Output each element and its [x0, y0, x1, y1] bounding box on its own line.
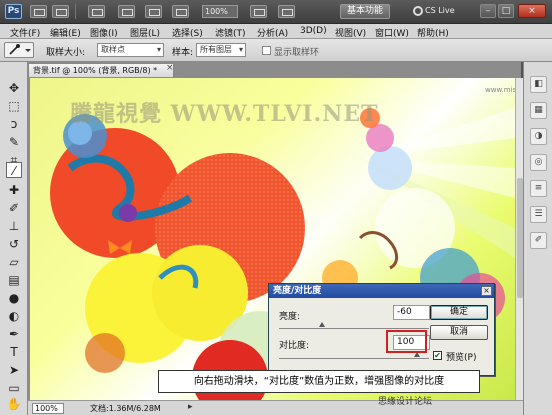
- sample-size-select[interactable]: 取样点: [97, 43, 164, 57]
- zoom-level-select[interactable]: 100%: [202, 5, 238, 18]
- ok-button[interactable]: 确定: [430, 305, 488, 320]
- mini-bridge-icon[interactable]: [52, 5, 69, 18]
- menu-view[interactable]: 视图(V): [335, 26, 366, 39]
- panel-dock: ◧ ▦ ◑ ◎ ≡ ☰ ✐: [523, 62, 552, 415]
- arrange-documents-icon[interactable]: [250, 5, 267, 18]
- brightness-input[interactable]: -60: [393, 305, 430, 320]
- clone-stamp-tool-icon[interactable]: ⊥: [6, 218, 22, 234]
- separator: [75, 4, 76, 19]
- menu-window[interactable]: 窗口(W): [375, 26, 409, 39]
- site-credit: 思缘设计论坛: [378, 397, 433, 407]
- status-bar: 100% 文档:1.36M/6.28M ▸: [28, 400, 523, 415]
- gradient-tool-icon[interactable]: ▤: [6, 272, 22, 288]
- sample-select[interactable]: 所有图层: [196, 43, 246, 57]
- toolbox: ✥ ⬚ ↄ ✎ ⌗ ⁄ ✚ ✐ ⊥ ↺ ▱ ▤ ● ◐ ✒ T ➤ ▭ ✋: [0, 62, 28, 415]
- pen-tool-icon[interactable]: ✒: [6, 326, 22, 342]
- rotate-view-icon[interactable]: [172, 5, 189, 18]
- move-tool-icon[interactable]: ✥: [6, 80, 22, 96]
- channels-panel-icon[interactable]: ☰: [530, 206, 547, 223]
- preview-checkbox[interactable]: ✔: [433, 351, 442, 360]
- photoshop-logo: Ps: [5, 4, 22, 19]
- restore-button[interactable]: □: [498, 4, 514, 18]
- hand-tool-icon[interactable]: ✋: [6, 396, 22, 412]
- dodge-tool-icon[interactable]: ◐: [6, 308, 22, 324]
- masks-panel-icon[interactable]: ◎: [530, 154, 547, 171]
- quick-select-tool-icon[interactable]: ✎: [6, 134, 22, 150]
- brightness-slider-thumb[interactable]: [319, 322, 325, 327]
- document-tab[interactable]: 背景.tif @ 100% (背景, RGB/8) *: [28, 63, 174, 77]
- adjustments-panel-icon[interactable]: ◑: [530, 128, 547, 145]
- marquee-tool-icon[interactable]: ⬚: [6, 98, 22, 114]
- eyedropper-icon: [9, 44, 31, 55]
- minimize-button[interactable]: –: [480, 4, 496, 18]
- eraser-tool-icon[interactable]: ▱: [6, 254, 22, 270]
- close-button[interactable]: ×: [518, 4, 546, 18]
- cs-live-icon[interactable]: [413, 6, 423, 16]
- menu-analysis[interactable]: 分析(A): [257, 26, 288, 39]
- menu-file[interactable]: 文件(F): [10, 26, 40, 39]
- type-tool-icon[interactable]: T: [6, 344, 22, 360]
- healing-brush-tool-icon[interactable]: ✚: [6, 182, 22, 198]
- contrast-label: 对比度:: [279, 341, 310, 351]
- workspace-button[interactable]: 基本功能: [340, 4, 390, 19]
- eyedropper-tool-icon[interactable]: ⁄: [6, 162, 22, 178]
- history-brush-tool-icon[interactable]: ↺: [6, 236, 22, 252]
- dialog-close-button[interactable]: ×: [481, 286, 492, 296]
- brightness-slider-track[interactable]: [279, 328, 429, 329]
- menu-edit[interactable]: 编辑(E): [50, 26, 81, 39]
- show-ring-checkbox[interactable]: [262, 46, 271, 55]
- watermark-text: 騰龍視覺 WWW.TLVI.NET: [70, 101, 379, 127]
- menu-select[interactable]: 选择(S): [172, 26, 203, 39]
- extras-icon[interactable]: [88, 5, 105, 18]
- site-credit-small: www.missyuan.com: [485, 86, 515, 94]
- color-panel-icon[interactable]: ◧: [530, 76, 547, 93]
- brightness-contrast-dialog: 亮度/对比度 × 亮度: -60 对比度: 100 确定 取消 ✔ 预览(P): [268, 283, 495, 376]
- title-bar: Ps 100% 基本功能 CS Live – □ ×: [0, 0, 552, 24]
- document-size-info: 文档:1.36M/6.28M: [90, 404, 161, 413]
- brightness-label: 亮度:: [279, 312, 301, 322]
- brush-tool-icon[interactable]: ✐: [6, 200, 22, 216]
- vertical-scrollbar[interactable]: [515, 78, 523, 400]
- menu-3d[interactable]: 3D(D): [300, 26, 327, 36]
- hand-tool-icon[interactable]: [118, 5, 135, 18]
- sample-label: 样本:: [172, 48, 194, 58]
- menu-filter[interactable]: 滤镜(T): [215, 26, 246, 39]
- status-zoom-field[interactable]: 100%: [32, 403, 64, 414]
- layers-panel-icon[interactable]: ≡: [530, 180, 547, 197]
- tutorial-caption: 向右拖动滑块，“对比度”数值为正数，增强图像的对比度: [158, 370, 480, 393]
- dialog-title: 亮度/对比度: [269, 284, 494, 298]
- cancel-button[interactable]: 取消: [430, 325, 488, 340]
- status-menu-arrow-icon[interactable]: ▸: [188, 402, 193, 412]
- menu-help[interactable]: 帮助(H): [417, 26, 449, 39]
- options-bar: 取样大小: 取样点 样本: 所有图层 显示取样环: [0, 39, 552, 62]
- swatches-panel-icon[interactable]: ▦: [530, 102, 547, 119]
- tool-preset-picker[interactable]: [4, 42, 34, 58]
- shape-tool-icon[interactable]: ▭: [6, 380, 22, 396]
- bridge-icon[interactable]: [30, 5, 47, 18]
- photoshop-window: Ps 100% 基本功能 CS Live – □ × 文件(F) 编辑(E) 图…: [0, 0, 552, 415]
- path-select-tool-icon[interactable]: ➤: [6, 362, 22, 378]
- contrast-slider-track[interactable]: [279, 358, 429, 359]
- contrast-highlight-box: [386, 330, 427, 353]
- menu-layer[interactable]: 图层(L): [130, 26, 160, 39]
- document-tab-close[interactable]: ×: [166, 63, 174, 73]
- blur-tool-icon[interactable]: ●: [6, 290, 22, 306]
- show-ring-label: 显示取样环: [274, 48, 320, 58]
- menu-image[interactable]: 图像(I): [90, 26, 118, 39]
- menu-bar: 文件(F) 编辑(E) 图像(I) 图层(L) 选择(S) 滤镜(T) 分析(A…: [0, 24, 552, 39]
- paths-panel-icon[interactable]: ✐: [530, 232, 547, 249]
- cs-live-label[interactable]: CS Live: [425, 6, 455, 15]
- sample-size-label: 取样大小:: [46, 48, 86, 58]
- screen-mode-icon[interactable]: [278, 5, 295, 18]
- preview-label: 预览(P): [446, 353, 477, 363]
- zoom-tool-icon[interactable]: [145, 5, 162, 18]
- lasso-tool-icon[interactable]: ↄ: [6, 116, 22, 132]
